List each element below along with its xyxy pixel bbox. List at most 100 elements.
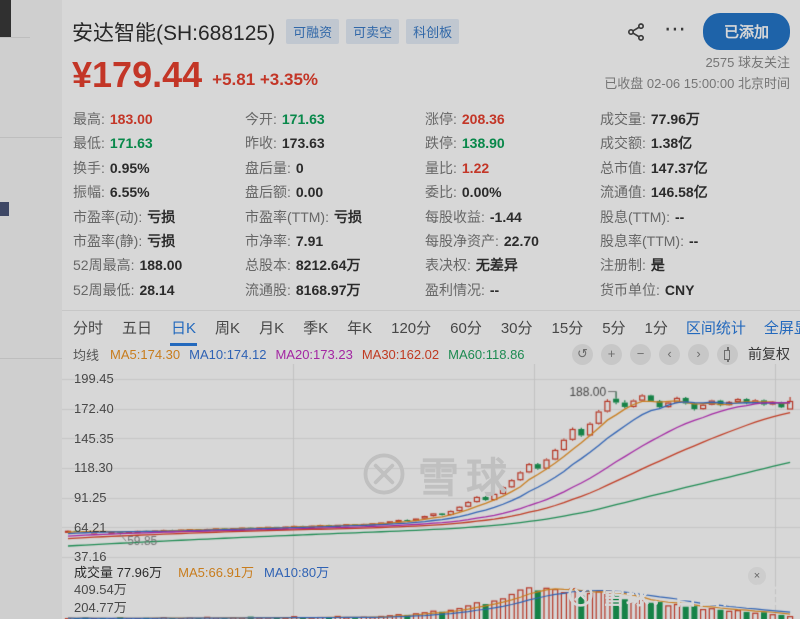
stat-label: 每股收益: bbox=[425, 208, 485, 225]
stat-value: 22.70 bbox=[503, 233, 539, 250]
quote-row: ¥179.44 +5.81 +3.35% 2575 球友关注 已收盘 02-06… bbox=[62, 50, 800, 95]
stat-row: 货币单位: CNY bbox=[600, 278, 790, 302]
stat-value: 0.00 bbox=[295, 184, 324, 201]
stat-row: 盘后额: 0.00 bbox=[245, 180, 425, 204]
stat-row: 市盈率(动): 亏损 bbox=[73, 205, 245, 229]
edge-divider bbox=[0, 37, 30, 38]
stat-value: -1.44 bbox=[489, 208, 522, 225]
more-options-icon[interactable]: ⋯ bbox=[664, 16, 687, 42]
stat-value: 171.63 bbox=[281, 111, 325, 127]
stat-value: 188.00 bbox=[139, 257, 183, 274]
stat-row: 总股本: 8212.64万 bbox=[245, 253, 425, 277]
stat-value: 0 bbox=[295, 159, 304, 176]
stat-row: 市净率: 7.91 bbox=[245, 229, 425, 253]
stat-row: 每股净资产: 22.70 bbox=[425, 229, 600, 253]
period-tab[interactable]: 1分 bbox=[644, 309, 669, 346]
stat-label: 涨停: bbox=[425, 111, 457, 127]
candle-style-icon[interactable] bbox=[717, 343, 738, 365]
period-tab[interactable]: 日K bbox=[170, 309, 198, 347]
period-tab[interactable]: 60分 bbox=[449, 309, 483, 346]
stat-value: 77.96万 bbox=[650, 111, 700, 127]
volume-axis-label: 409.54万 bbox=[74, 582, 127, 598]
stat-row: 市盈率(静): 亏损 bbox=[73, 229, 245, 253]
stats-column: 成交量: 77.96万 成交额: 1.38亿 总市值: 147.37亿 流通值: 146.58… bbox=[600, 107, 790, 302]
stat-value: 138.90 bbox=[461, 135, 505, 152]
y-axis-label: 91.25 bbox=[74, 490, 107, 506]
stat-row: 盈利情况: -- bbox=[425, 278, 600, 302]
stat-row: 委比: 0.00% bbox=[425, 180, 600, 204]
y-axis-label: 199.45 bbox=[74, 371, 114, 387]
stat-row: 总市值: 147.37亿 bbox=[600, 156, 790, 180]
period-tab[interactable]: 年K bbox=[346, 309, 373, 346]
price-change: +5.81 +3.35% bbox=[212, 70, 319, 89]
stat-label: 盘后额: bbox=[245, 184, 291, 201]
y-axis-label: 172.40 bbox=[74, 400, 114, 416]
adjust-mode-label[interactable]: 前复权 bbox=[748, 344, 790, 364]
period-tab[interactable]: 5分 bbox=[601, 309, 626, 346]
stat-label: 成交量: bbox=[600, 111, 646, 127]
period-tab[interactable]: 五日 bbox=[121, 309, 153, 346]
y-axis-label: 64.21 bbox=[74, 519, 107, 535]
stat-value: 6.55% bbox=[109, 184, 150, 201]
stat-label: 股息(TTM): bbox=[600, 208, 670, 225]
zoom-in-icon[interactable]: + bbox=[601, 343, 622, 365]
share-icon[interactable] bbox=[626, 22, 646, 42]
stat-row: 股息(TTM): -- bbox=[600, 205, 790, 229]
stat-value: 亏损 bbox=[147, 208, 176, 225]
stat-value: 亏损 bbox=[333, 208, 362, 225]
stat-value: 0.00% bbox=[461, 184, 502, 201]
chart-link[interactable]: 区间统计 bbox=[686, 317, 746, 338]
period-tab[interactable]: 周K bbox=[214, 309, 241, 346]
period-tab[interactable]: 分时 bbox=[72, 309, 104, 346]
stat-label: 表决权: bbox=[425, 257, 471, 274]
ma-legend-title: 均线 bbox=[73, 347, 100, 363]
stat-value: 147.37亿 bbox=[650, 159, 708, 176]
added-button[interactable]: 已添加 bbox=[702, 13, 790, 50]
stat-label: 股息率(TTM): bbox=[600, 233, 684, 250]
stat-row: 52周最低: 28.14 bbox=[73, 278, 245, 302]
pan-left-icon[interactable]: ‹ bbox=[659, 343, 680, 365]
edge-divider bbox=[0, 137, 62, 138]
stat-label: 每股净资产: bbox=[425, 233, 499, 250]
stats-grid: 最高: 183.00 最低: 171.63 换手: 0.95% 振幅: 6.55% 市盈率(动)… bbox=[62, 95, 800, 302]
y-axis-label: 145.35 bbox=[74, 430, 114, 446]
stats-column: 涨停: 208.36 跌停: 138.90 量比: 1.22 委比: 0.00% 每股收益: -1… bbox=[425, 107, 600, 302]
chart-link[interactable]: 全屏显示 bbox=[764, 317, 800, 338]
stat-value: 171.63 bbox=[109, 135, 153, 152]
period-tab[interactable]: 30分 bbox=[500, 309, 534, 346]
stat-row: 成交量: 77.96万 bbox=[600, 107, 790, 131]
stat-value: 146.58亿 bbox=[650, 184, 708, 201]
stat-row: 最低: 171.63 bbox=[73, 131, 245, 155]
stat-label: 今开: bbox=[245, 111, 277, 127]
stats-column: 今开: 171.63 昨收: 173.63 盘后量: 0 盘后额: 0.00 市盈率(TTM):… bbox=[245, 107, 425, 302]
stat-row: 股息率(TTM): -- bbox=[600, 229, 790, 253]
period-tab[interactable]: 120分 bbox=[390, 309, 432, 346]
stat-label: 总市值: bbox=[600, 159, 646, 176]
stat-row: 振幅: 6.55% bbox=[73, 180, 245, 204]
edge-widget-icon bbox=[0, 202, 9, 216]
stat-value: -- bbox=[674, 208, 685, 225]
ma-legend-item: MA30:162.02 bbox=[361, 346, 440, 362]
market-status: 已收盘 02-06 15:00:00 北京时间 bbox=[604, 76, 790, 91]
stat-label: 市盈率(静): bbox=[73, 233, 143, 250]
stat-label: 流通股: bbox=[245, 281, 291, 298]
undo-icon[interactable]: ↺ bbox=[572, 343, 593, 365]
stat-row: 市盈率(TTM): 亏损 bbox=[245, 205, 425, 229]
ma-legend-item: MA5:174.30 bbox=[110, 346, 181, 362]
period-tab[interactable]: 月K bbox=[258, 309, 285, 346]
stat-value: -- bbox=[688, 233, 699, 250]
stat-label: 总股本: bbox=[245, 257, 291, 274]
stat-row: 注册制: 是 bbox=[600, 253, 790, 277]
chart-toolbar: 均线 MA5:174.30 MA10:174.12 MA20:173.23 MA30:… bbox=[62, 343, 800, 365]
stat-label: 市盈率(TTM): bbox=[245, 208, 329, 225]
stat-value: 0.95% bbox=[109, 159, 150, 176]
stat-value: 8212.64万 bbox=[295, 257, 361, 274]
pan-right-icon[interactable]: › bbox=[688, 343, 709, 365]
stat-row: 今开: 171.63 bbox=[245, 107, 425, 131]
stat-row: 量比: 1.22 bbox=[425, 156, 600, 180]
period-tab[interactable]: 季K bbox=[302, 309, 329, 346]
zoom-out-icon[interactable]: − bbox=[630, 343, 651, 365]
stock-header: 安达智能(SH:688125) 可融资 可卖空 科创板 ⋯ 已添加 bbox=[62, 0, 800, 50]
kline-chart: 成交量 77.96万 MA5:66.91万 MA10:80万 雪球 × 雪球：自由的… bbox=[62, 364, 800, 619]
period-tab[interactable]: 15分 bbox=[551, 309, 585, 346]
